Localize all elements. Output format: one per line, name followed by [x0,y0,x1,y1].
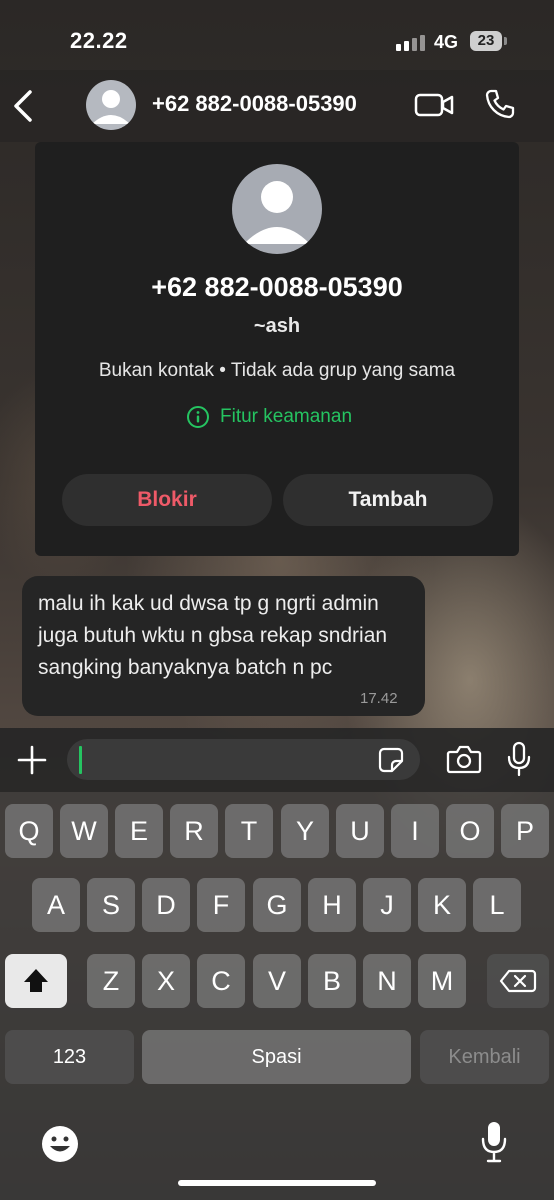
key-l[interactable]: L [473,878,521,932]
contact-card-avatar [232,164,322,254]
security-features-link[interactable]: Fitur keamanan [186,404,352,430]
status-time: 22.22 [70,28,128,53]
key-t[interactable]: T [225,804,273,858]
numbers-key[interactable]: 123 [5,1030,134,1084]
key-k[interactable]: K [418,878,466,932]
sticker-icon[interactable] [378,747,404,773]
contact-name[interactable]: +62 882-0088-05390 [152,91,357,117]
back-chevron-icon[interactable] [10,84,36,128]
key-y[interactable]: Y [281,804,329,858]
network-type: 4G [434,32,459,52]
space-key[interactable]: Spasi [142,1030,411,1084]
shift-key[interactable] [5,954,67,1008]
key-g[interactable]: G [253,878,301,932]
key-i[interactable]: I [391,804,439,858]
battery-icon: 23 [470,31,502,51]
emoji-icon[interactable] [40,1124,80,1164]
shift-arrow-icon [24,969,48,992]
person-icon [244,181,310,244]
dictation-mic-icon[interactable] [480,1120,508,1164]
key-u[interactable]: U [336,804,384,858]
signal-icon [396,33,426,51]
key-j[interactable]: J [363,878,411,932]
key-o[interactable]: O [446,804,494,858]
security-features-label: Fitur keamanan [220,406,353,427]
key-r[interactable]: R [170,804,218,858]
add-contact-button[interactable]: Tambah [283,474,493,526]
battery-tip [504,37,507,45]
block-button[interactable]: Blokir [62,474,272,526]
message-input[interactable] [67,739,420,780]
info-icon [187,406,209,428]
key-w[interactable]: W [60,804,108,858]
backspace-icon [499,969,537,993]
microphone-icon[interactable] [506,741,532,777]
contact-card-info: Bukan kontak • Tidak ada grup yang sama [98,360,456,381]
message-time: 17.42 [360,690,398,707]
key-n[interactable]: N [363,954,411,1008]
key-v[interactable]: V [253,954,301,1008]
key-p[interactable]: P [501,804,549,858]
key-d[interactable]: D [142,878,190,932]
key-b[interactable]: B [308,954,356,1008]
status-bar: 22.22 4G 23 [0,0,554,80]
return-key[interactable]: Kembali [420,1030,549,1084]
key-s[interactable]: S [87,878,135,932]
text-cursor [79,746,82,774]
contact-card-number: +62 882-0088-05390 [151,272,403,302]
video-call-icon[interactable] [414,92,454,118]
key-h[interactable]: H [308,878,356,932]
person-icon [92,90,130,124]
key-z[interactable]: Z [87,954,135,1008]
phone-call-icon[interactable] [484,88,516,120]
key-f[interactable]: F [197,878,245,932]
backspace-key[interactable] [487,954,549,1008]
message-text: malu ih kak ud dwsa tp g ngrti admin jug… [38,592,388,679]
key-q[interactable]: Q [5,804,53,858]
key-e[interactable]: E [115,804,163,858]
key-a[interactable]: A [32,878,80,932]
contact-card-alias: ~ash [253,315,301,337]
contact-avatar[interactable] [86,80,136,130]
plus-icon[interactable] [16,744,48,776]
key-x[interactable]: X [142,954,190,1008]
camera-icon[interactable] [446,744,482,774]
key-c[interactable]: C [197,954,245,1008]
home-indicator [178,1180,376,1186]
key-m[interactable]: M [418,954,466,1008]
